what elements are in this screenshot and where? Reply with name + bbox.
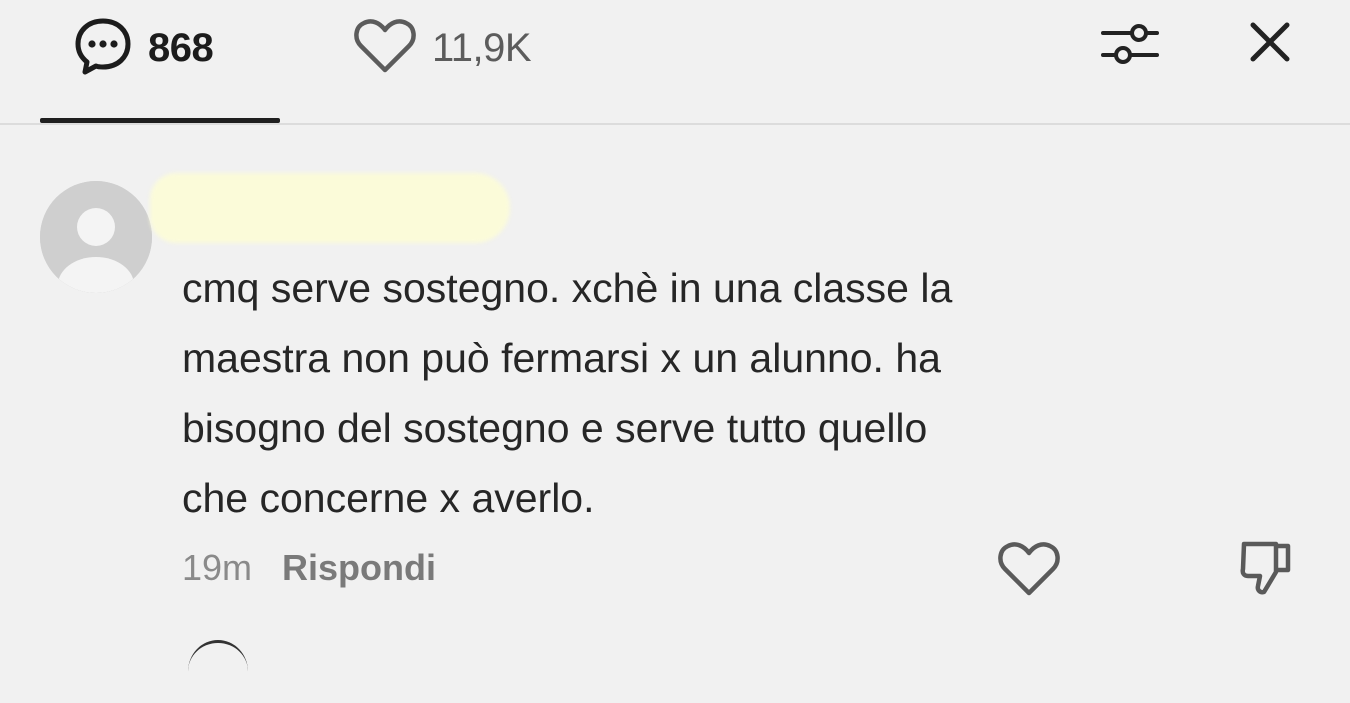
heart-outline-icon [996,539,1062,604]
redacted-username [150,173,510,243]
filter-button[interactable] [1096,16,1164,76]
comment-timestamp: 19m [182,547,253,588]
like-comment-button[interactable] [996,538,1062,604]
avatar[interactable] [40,181,152,293]
default-avatar-icon [40,181,152,293]
comments-header: 868 11,9K [0,0,1350,125]
likes-count: 11,9K [432,25,532,70]
comment-text: cmq serve sostegno. xchè in una classe l… [182,265,953,521]
active-tab-indicator [40,118,280,123]
comment-item: cmq serve sostegno. xchè in una classe l… [0,125,1350,650]
close-icon [1248,20,1292,69]
comment-bubble-icon [72,15,134,82]
sliders-icon [1099,19,1161,74]
comments-count: 868 [148,25,214,70]
tab-comments[interactable]: 868 [72,18,214,78]
next-comment-avatar [188,640,248,703]
reply-button[interactable]: Rispondi [282,547,436,589]
tab-likes[interactable]: 11,9K [352,16,532,81]
thumbs-down-icon [1236,536,1298,603]
close-button[interactable] [1236,12,1304,76]
dislike-comment-button[interactable] [1234,536,1300,602]
comment-meta: 19m Rispondi [182,547,436,589]
heart-outline-icon [352,16,418,81]
